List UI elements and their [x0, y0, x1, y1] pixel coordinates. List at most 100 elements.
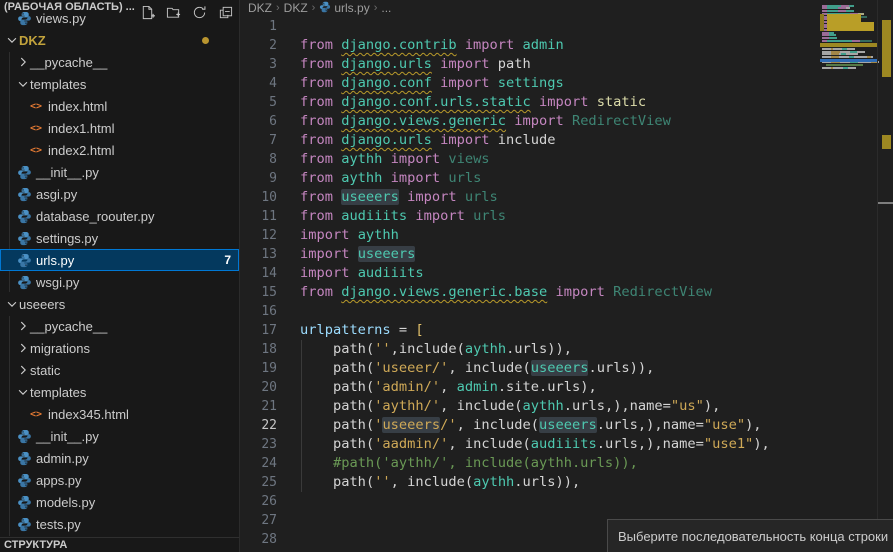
minimap-line: [822, 34, 836, 36]
tree-item-label: apps.py: [36, 473, 82, 488]
code-line-7[interactable]: 7from django.urls import include: [240, 131, 820, 150]
new-file-icon[interactable]: [137, 3, 157, 21]
breadcrumb-item--[interactable]: ...: [381, 1, 391, 15]
refresh-icon[interactable]: [189, 3, 209, 21]
tree-file-index-html[interactable]: <>index.html: [0, 95, 239, 117]
code-line-12[interactable]: 12import aythh: [240, 226, 820, 245]
chevron-right-icon: [16, 341, 30, 355]
tree-folder--pycache-[interactable]: __pycache__: [0, 315, 239, 337]
tree-file--init-py[interactable]: __init__.py: [0, 425, 239, 447]
python-file-icon: [16, 252, 32, 268]
code-line-23[interactable]: 23 path('aadmin/', include(audiiits.urls…: [240, 435, 820, 454]
code-area[interactable]: 12from django.contrib import admin3 from …: [240, 17, 820, 552]
tree-folder-migrations[interactable]: migrations: [0, 337, 239, 359]
code-text: from audiiits import urls: [300, 207, 506, 226]
code-line-25[interactable]: 25 path('', include(aythh.urls)),: [240, 473, 820, 492]
code-line-11[interactable]: 11 from audiiits import urls: [240, 207, 820, 226]
tree-item-label: urls.py: [36, 253, 74, 268]
ruler-mark: [882, 20, 891, 77]
tree-folder--pycache-[interactable]: __pycache__: [0, 51, 239, 73]
chevron-down-icon: [16, 385, 30, 399]
code-text: from django.conf import settings: [300, 74, 564, 93]
minimap-line: [822, 7, 850, 9]
tree-file-models-py[interactable]: models.py: [0, 491, 239, 513]
line-number: 16: [240, 302, 277, 321]
tree-folder-static[interactable]: static: [0, 359, 239, 381]
code-line-22[interactable]: 22 path('useeers/', include(useeers.urls…: [240, 416, 820, 435]
overview-ruler[interactable]: [877, 0, 893, 552]
code-text: from aythh import urls: [300, 169, 481, 188]
code-line-19[interactable]: 19 path('useeer/', include(useeers.urls)…: [240, 359, 820, 378]
tree-item-label: wsgi.py: [36, 275, 79, 290]
code-line-2[interactable]: 2from django.contrib import admin: [240, 36, 820, 55]
tree-file-index345-html[interactable]: <>index345.html: [0, 403, 239, 425]
tree-file-admin-py[interactable]: admin.py: [0, 447, 239, 469]
tree-file-settings-py[interactable]: settings.py: [0, 227, 239, 249]
code-line-8[interactable]: 8from aythh import views: [240, 150, 820, 169]
tree-file-urls-py[interactable]: urls.py7: [0, 249, 239, 271]
code-line-13[interactable]: 13import useeers: [240, 245, 820, 264]
code-line-21[interactable]: 21 path('aythh/', include(aythh.urls,),n…: [240, 397, 820, 416]
breadcrumb-item-dkz[interactable]: DKZ: [284, 1, 308, 15]
chevron-down-icon: [5, 33, 19, 47]
tree-folder-templates[interactable]: templates: [0, 381, 239, 403]
code-line-10[interactable]: 10from useeers import urls: [240, 188, 820, 207]
line-number: 22: [240, 416, 277, 435]
code-line-14[interactable]: 14import audiiits: [240, 264, 820, 283]
tree-file-tests-py[interactable]: tests.py: [0, 513, 239, 535]
python-file-icon: [16, 472, 32, 488]
tree-file-wsgi-py[interactable]: wsgi.py: [0, 271, 239, 293]
minimap-line: [822, 56, 873, 58]
explorer-actions: [137, 3, 235, 21]
line-number: 3: [240, 55, 277, 74]
breadcrumb-item-urls-py[interactable]: urls.py: [319, 1, 369, 16]
explorer-section-header: (РАБОЧАЯ ОБЛАСТЬ) ...: [0, 0, 239, 24]
tree-folder-templates[interactable]: templates: [0, 73, 239, 95]
tree-file-apps-py[interactable]: apps.py: [0, 469, 239, 491]
code-text: import useeers: [300, 245, 415, 264]
tree-file--init-py[interactable]: __init__.py: [0, 161, 239, 183]
code-line-18[interactable]: 18 path('',include(aythh.urls)),: [240, 340, 820, 359]
html-file-icon: <>: [28, 98, 44, 114]
tree-item-label: static: [30, 363, 60, 378]
tree-item-label: settings.py: [36, 231, 98, 246]
html-file-icon: <>: [28, 142, 44, 158]
line-number: 10: [240, 188, 277, 207]
code-line-26[interactable]: 26: [240, 492, 820, 511]
code-line-5[interactable]: 5from django.conf.urls.static import sta…: [240, 93, 820, 112]
tooltip-text: Выберите последовательность конца строки: [618, 529, 888, 544]
line-number: 27: [240, 511, 277, 530]
tree-folder-useeers[interactable]: useeers: [0, 293, 239, 315]
code-line-17[interactable]: 17urlpatterns = [: [240, 321, 820, 340]
tree-folder-dkz[interactable]: DKZ: [0, 29, 239, 51]
code-line-6[interactable]: 6from django.views.generic import Redire…: [240, 112, 820, 131]
tree-item-label: __pycache__: [30, 319, 107, 334]
tree-file-index2-html[interactable]: <> index2.html: [0, 139, 239, 161]
code-line-4[interactable]: 4from django.conf import settings: [240, 74, 820, 93]
new-folder-icon[interactable]: [163, 3, 183, 21]
code-text: from django.urls import path: [300, 55, 531, 74]
line-number: 6: [240, 112, 277, 131]
tree-item-label: admin.py: [36, 451, 89, 466]
breadcrumb-item-dkz[interactable]: DKZ: [248, 1, 272, 15]
tree-file-index1-html[interactable]: <>index1.html: [0, 117, 239, 139]
code-line-16[interactable]: 16: [240, 302, 820, 321]
code-line-15[interactable]: 15from django.views.generic.base import …: [240, 283, 820, 302]
tree-file-database-roouter-py[interactable]: database_roouter.py: [0, 205, 239, 227]
line-number: 28: [240, 530, 277, 549]
code-line-9[interactable]: 9from aythh import urls: [240, 169, 820, 188]
code-line-24[interactable]: 24 #path('aythh/', include(aythh.urls)),: [240, 454, 820, 473]
tree-item-label: index2.html: [48, 143, 114, 158]
line-number: 11: [240, 207, 277, 226]
python-file-icon: [16, 186, 32, 202]
outline-section-header[interactable]: СТРУКТУРА: [0, 537, 239, 552]
code-line-3[interactable]: 3 from django.urls import path: [240, 55, 820, 74]
python-file-icon: [16, 274, 32, 290]
code-line-20[interactable]: 20 path('admin/', admin.site.urls),: [240, 378, 820, 397]
code-line-1[interactable]: 1: [240, 17, 820, 36]
minimap[interactable]: [820, 0, 877, 552]
collapse-all-icon[interactable]: [215, 3, 235, 21]
tree-file-asgi-py[interactable]: asgi.py: [0, 183, 239, 205]
line-number: 1: [240, 17, 277, 36]
minimap-warning-mark: [827, 22, 874, 31]
